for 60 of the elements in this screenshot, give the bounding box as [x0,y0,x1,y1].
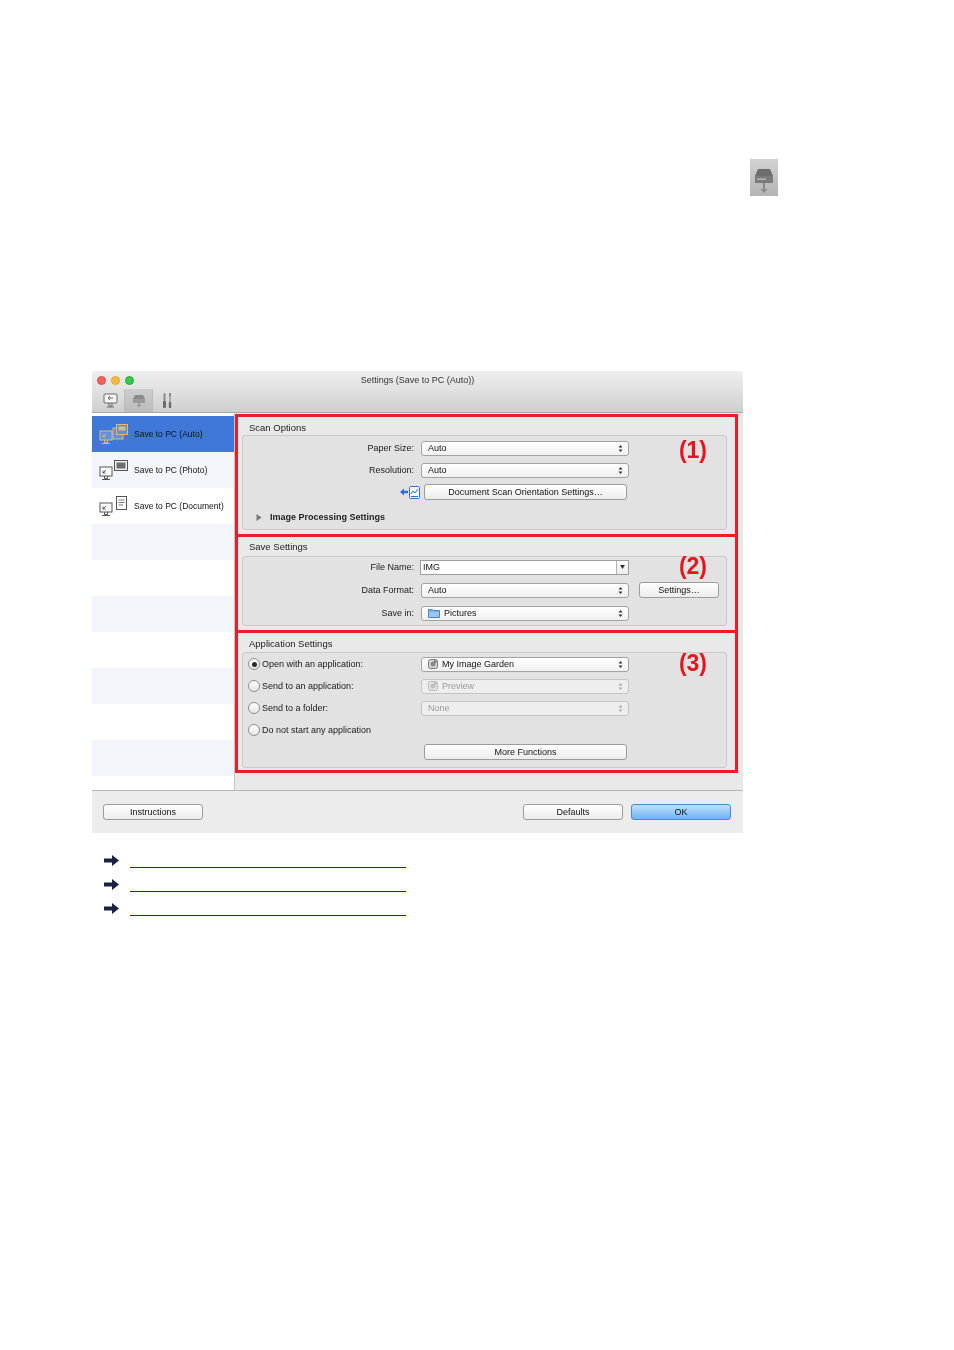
radio-option[interactable]: Open with an application: [248,658,421,670]
footer-button[interactable]: Instructions [103,804,203,820]
popup-button[interactable]: Auto [421,582,629,598]
sidebar-item-label: Save to PC (Auto) [134,429,203,439]
monitor-stacked-pages-icon [99,423,129,445]
orientation-settings-button[interactable]: Document Scan Orientation Settings… [424,484,627,500]
updown-arrows-icon [618,681,623,691]
popup-button[interactable]: Auto [421,462,629,478]
updown-arrows-icon [618,465,623,475]
updown-arrows-icon [618,703,623,713]
arrow-right-icon [104,879,119,890]
popup-button[interactable]: Auto [421,440,629,456]
field-label: Save in: [381,608,414,618]
monitor-photo-icon [99,459,129,481]
arrow-document-icon [399,484,421,500]
annotation-number: (1) [678,439,707,462]
app-icon [428,681,438,691]
updown-arrows-icon [618,608,623,618]
sidebar-item-label: Save to PC (Document) [134,501,224,511]
sidebar-item[interactable]: Save to PC (Auto) [92,416,234,452]
scanner-icon [750,159,778,196]
window-title: Settings (Save to PC (Auto)) [360,375,475,385]
default-button[interactable]: OK [631,804,731,820]
combo-box[interactable]: IMG [420,559,629,575]
radio-option[interactable]: Send to an application: [248,680,421,692]
disclosure-toggle[interactable]: Image Processing Settings [243,509,726,525]
radio-option[interactable]: Send to a folder: [248,702,421,714]
section-title: Application Settings [249,638,334,650]
footer-button[interactable]: Defaults [523,804,623,820]
close-icon[interactable] [97,375,106,385]
minimize-icon[interactable] [111,375,120,385]
updown-arrows-icon [618,585,623,595]
section-title: Scan Options [249,422,308,434]
popup-button[interactable]: My Image Garden [421,656,629,672]
arrow-right-icon [104,903,119,914]
sidebar-item-label: Save to PC (Photo) [134,465,208,475]
settings-button[interactable]: Settings… [639,582,719,598]
sidebar-item[interactable]: Save to PC (Photo) [92,452,234,488]
field-label: Resolution: [368,465,414,475]
folder-icon [428,608,440,618]
section-title: Save Settings [249,541,309,553]
scanner-icon [131,393,146,408]
field-label: Data Format: [361,585,414,595]
tools-icon [161,392,173,409]
zoom-icon[interactable] [125,375,134,385]
updown-arrows-icon [618,659,623,669]
updown-arrows-icon [618,443,623,453]
more-functions-button[interactable]: More Functions [424,744,627,760]
sidebar-item[interactable]: Save to PC (Document) [92,488,234,524]
toolbar-tab[interactable] [125,389,153,412]
annotation-number: (3) [678,652,707,675]
app-icon [428,659,438,669]
field-label: Paper Size: [367,443,414,453]
field-label: File Name: [370,562,414,572]
popup-button[interactable]: Pictures [421,605,629,621]
radio-option[interactable]: Do not start any application [248,724,421,736]
annotation-number: (2) [678,555,707,578]
monitor-page-icon [99,495,129,517]
computer-arrow-icon [102,393,119,408]
arrow-right-icon [104,855,119,866]
